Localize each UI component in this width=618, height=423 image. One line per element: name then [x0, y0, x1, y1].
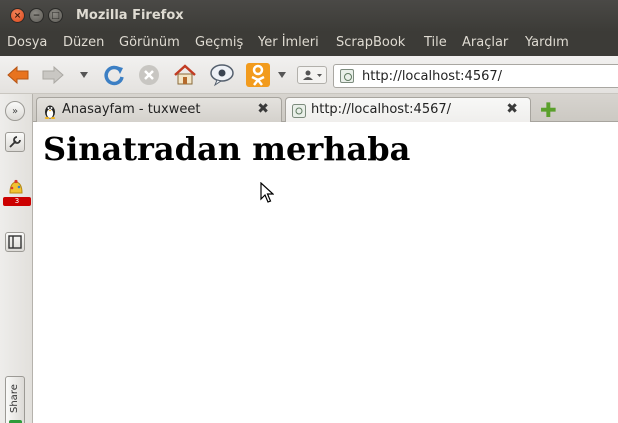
- identity-dropdown-icon[interactable]: [297, 66, 327, 84]
- window-maximize-button[interactable]: □: [48, 8, 63, 23]
- menu-yer-imleri[interactable]: Yer İmleri: [258, 35, 319, 50]
- site-favicon-icon: [340, 69, 354, 83]
- tab-label: Anasayfam - tuxweet: [62, 102, 201, 117]
- odnoklassniki-icon[interactable]: [244, 62, 272, 88]
- forward-arrow-icon[interactable]: [40, 63, 66, 87]
- tab-close-icon[interactable]: ✖: [257, 101, 269, 117]
- sidebar-panel-icon[interactable]: [5, 232, 25, 252]
- history-dropdown-icon[interactable]: [78, 70, 90, 80]
- url-text: http://localhost:4567/: [362, 68, 503, 84]
- menu-araclar[interactable]: Araçlar: [462, 35, 508, 50]
- page-content: Sinatradan merhaba: [34, 122, 618, 423]
- window-close-button[interactable]: ×: [10, 8, 25, 23]
- notification-bell-icon[interactable]: [6, 179, 26, 197]
- tux-penguin-icon: [43, 103, 57, 119]
- reload-icon[interactable]: [102, 63, 126, 87]
- menu-bar: Dosya Düzen Görünüm Geçmiş Yer İmleri Sc…: [0, 32, 618, 56]
- mouse-pointer-icon: [260, 181, 275, 208]
- wrench-icon[interactable]: [5, 132, 25, 152]
- tab-localhost[interactable]: http://localhost:4567/ ✖: [285, 97, 531, 123]
- window-minimize-button[interactable]: −: [29, 8, 44, 23]
- navigation-toolbar: http://localhost:4567/: [0, 56, 618, 94]
- menu-tile[interactable]: Tile: [424, 35, 447, 50]
- window-titlebar: × − □ Mozilla Firefox: [0, 0, 618, 32]
- stop-icon[interactable]: [137, 63, 161, 87]
- tab-close-icon[interactable]: ✖: [506, 101, 518, 117]
- new-tab-plus-icon[interactable]: ✚: [540, 98, 557, 122]
- tab-label: http://localhost:4567/: [311, 102, 452, 117]
- share-button[interactable]: Share: [5, 376, 25, 423]
- menu-duzen[interactable]: Düzen: [63, 35, 104, 50]
- sidebar-expand-chevron-icon[interactable]: »: [5, 101, 25, 121]
- left-sidebar: » 3 Share: [0, 94, 33, 423]
- home-icon[interactable]: [172, 62, 198, 88]
- menu-gecmis[interactable]: Geçmiş: [195, 35, 243, 50]
- menu-gorunum[interactable]: Görünüm: [119, 35, 180, 50]
- page-favicon-icon: [292, 103, 306, 118]
- window-title: Mozilla Firefox: [76, 8, 184, 23]
- notification-count-badge: 3: [3, 197, 31, 206]
- share-label: Share: [9, 384, 20, 414]
- url-bar[interactable]: http://localhost:4567/: [333, 64, 618, 88]
- back-arrow-icon[interactable]: [5, 63, 31, 87]
- tab-strip: Anasayfam - tuxweet ✖ http://localhost:4…: [33, 94, 618, 123]
- page-heading: Sinatradan merhaba: [43, 130, 411, 168]
- chat-bubble-icon[interactable]: [208, 62, 236, 88]
- menu-scrapbook[interactable]: ScrapBook: [336, 35, 405, 50]
- odnoklassniki-dropdown-icon[interactable]: [276, 70, 288, 80]
- menu-yardim[interactable]: Yardım: [525, 35, 569, 50]
- tab-anasayfam[interactable]: Anasayfam - tuxweet ✖: [36, 97, 282, 122]
- menu-dosya[interactable]: Dosya: [7, 35, 47, 50]
